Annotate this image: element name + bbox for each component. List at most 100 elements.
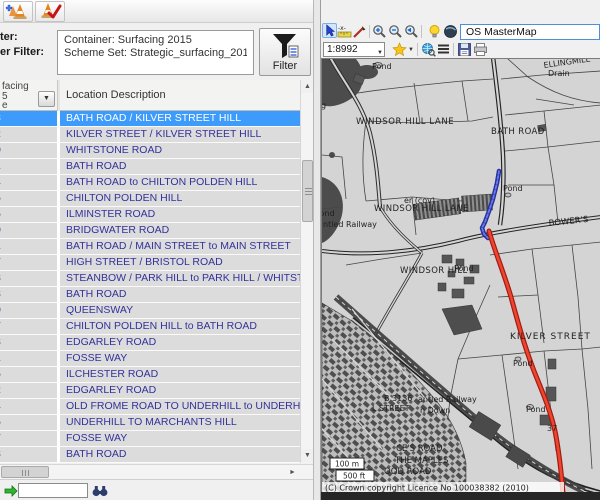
row-location: KILVER STREET / KILVER STREET HILL [57, 127, 300, 142]
table-row[interactable]: 0WHITSTONE ROAD [0, 143, 300, 159]
row-location: ILCHESTER ROAD [57, 367, 300, 382]
layers-icon [438, 44, 449, 54]
row-id: 0 [0, 303, 57, 318]
filter-button-label: Filter [272, 60, 298, 72]
row-id: 7 [0, 319, 57, 334]
slope-pen-tool-button[interactable] [352, 24, 367, 39]
row-id: 5 [0, 367, 57, 382]
zoom-in-button[interactable] [372, 24, 387, 39]
svg-text:Drain: Drain [548, 69, 570, 78]
row-location: OLD FROME ROAD TO UNDERHILL to UNDERHILL [57, 399, 300, 414]
panel-splitter[interactable] [313, 0, 321, 500]
row-location: EDGARLEY ROAD [57, 335, 300, 350]
table-row[interactable]: 4BATH ROAD to CHILTON POLDEN HILL [0, 175, 300, 191]
zoom-out-button[interactable] [388, 24, 403, 39]
row-location: HIGH STREET / BRISTOL ROAD [57, 255, 300, 270]
table-row[interactable]: 7CHILTON POLDEN HILL to BATH ROAD [0, 319, 300, 335]
traffic-cone-approve-button[interactable] [35, 1, 65, 22]
go-arrow-icon[interactable] [4, 483, 18, 499]
thumb-grip [305, 188, 312, 189]
table-row[interactable]: 7FOSSE WAY [0, 431, 300, 447]
row-id: 4 [0, 175, 57, 190]
svg-text:37: 37 [547, 424, 557, 433]
floppy-disk-icon [458, 43, 471, 56]
column-separator [57, 80, 60, 111]
favorites-dropdown-arrow-icon[interactable]: ▼ [408, 47, 414, 53]
svg-text:OOD ROAD: OOD ROAD [384, 467, 432, 477]
measure-tool-button[interactable]: -x- [337, 24, 352, 39]
print-map-button[interactable] [473, 42, 488, 57]
row-location: BATH ROAD [57, 287, 300, 302]
row-location: BATH ROAD / MAIN STREET to MAIN STREET [57, 239, 300, 254]
svg-text:Pond: Pond [503, 184, 523, 193]
table-row[interactable]: 0QUEENSWAY [0, 303, 300, 319]
select-tool-button[interactable] [322, 23, 337, 38]
measure-ruler-icon: -x- [337, 25, 352, 38]
table-row[interactable]: 5UNDERHILL TO MARCHANTS HILL [0, 415, 300, 431]
thumb-grip [22, 470, 23, 476]
map-scale-input[interactable]: 1:8992 ▼ [323, 42, 385, 57]
row-id: 3 [0, 335, 57, 350]
row-id: 3 [0, 287, 57, 302]
location-description-header: Location Description [66, 89, 166, 101]
further-filter-label-fragment: er Filter: [0, 46, 45, 58]
row-location: BRIDGWATER ROAD [57, 223, 300, 238]
table-row[interactable]: 3BATH ROAD [0, 447, 300, 463]
table-row[interactable]: 1BATH ROAD [0, 159, 300, 175]
table-row[interactable]: 1FOSSE WAY [0, 351, 300, 367]
binoculars-find-icon[interactable] [92, 484, 108, 498]
map-search-button[interactable] [421, 42, 436, 57]
printer-icon [474, 43, 487, 56]
table-row[interactable]: 3EDGARLEY ROAD [0, 335, 300, 351]
svg-text:BATH ROAD: BATH ROAD [491, 127, 545, 137]
table-horizontal-scrollbar[interactable]: ► [0, 464, 313, 479]
layers-list-button[interactable] [436, 42, 451, 57]
row-location: CHILTON POLDEN HILL [57, 191, 300, 206]
table-row[interactable]: 5ILCHESTER ROAD [0, 367, 300, 383]
svg-text:-x-: -x- [338, 25, 346, 32]
table-row[interactable]: 8BATH ROAD / KILVER STREET HILL [0, 111, 300, 127]
table-row[interactable]: 1BATH ROAD / MAIN STREET to MAIN STREET [0, 239, 300, 255]
scroll-right-button[interactable]: ► [286, 466, 299, 479]
row-location: BATH ROAD [57, 447, 300, 462]
svg-text:antled Railway: antled Railway [418, 395, 477, 404]
table-row[interactable]: 5CHILTON POLDEN HILL [0, 191, 300, 207]
row-location: ILMINSTER ROAD [57, 207, 300, 222]
table-row[interactable]: 2KILVER STREET / KILVER STREET HILL [0, 127, 300, 143]
map-canvas[interactable]: Pond ELLINGMILL Drain WINDSOR HILL LANE … [315, 54, 600, 496]
table-vertical-scrollbar[interactable]: ▲ ▼ [300, 80, 314, 463]
table-header: facing 5 e ▼ Location Description [0, 80, 300, 111]
traffic-cones-move-button[interactable] [3, 1, 33, 22]
column-filter-dropdown-button[interactable]: ▼ [38, 91, 55, 107]
svg-text:Pond: Pond [526, 405, 546, 414]
row-id: 7 [0, 431, 57, 446]
traffic-cone-check-icon [41, 3, 62, 19]
lightbulb-icon [429, 25, 440, 38]
table-row[interactable]: 0BRIDGWATER ROAD [0, 223, 300, 239]
row-id: 5 [0, 191, 57, 206]
favorites-button[interactable] [392, 42, 407, 57]
save-map-button[interactable] [457, 42, 472, 57]
table-row[interactable]: 3BATH ROAD [0, 287, 300, 303]
svg-text:KILVER STREET: KILVER STREET [510, 332, 591, 342]
map-layer-globe-button[interactable] [443, 24, 458, 39]
quick-find-input[interactable] [18, 483, 88, 498]
row-id: 8 [0, 271, 57, 286]
highlight-toggle-button[interactable] [427, 24, 442, 39]
svg-text:WINDSOR HILL LANE: WINDSOR HILL LANE [374, 204, 469, 214]
vertical-scroll-thumb[interactable] [302, 160, 313, 222]
table-row[interactable]: 8STEANBOW / PARK HILL to PARK HILL / WHI… [0, 271, 300, 287]
table-row[interactable]: 5ILMINSTER ROAD [0, 207, 300, 223]
row-id: 5 [0, 415, 57, 430]
filter-button[interactable]: Filter [259, 28, 311, 76]
horizontal-scroll-thumb[interactable] [1, 466, 49, 478]
pen-icon [353, 26, 366, 38]
svg-text:n Down: n Down [420, 406, 450, 415]
svg-text:500 ft: 500 ft [343, 472, 365, 481]
table-row[interactable]: 4OLD FROME ROAD TO UNDERHILL to UNDERHIL… [0, 399, 300, 415]
zoom-previous-button[interactable] [404, 24, 419, 39]
table-row[interactable]: 7HIGH STREET / BRISTOL ROAD [0, 255, 300, 271]
basemap-combo[interactable]: OS MasterMap [460, 24, 600, 40]
table-row[interactable]: 2EDGARLEY ROAD [0, 383, 300, 399]
row-location: BATH ROAD to CHILTON POLDEN HILL [57, 175, 300, 190]
